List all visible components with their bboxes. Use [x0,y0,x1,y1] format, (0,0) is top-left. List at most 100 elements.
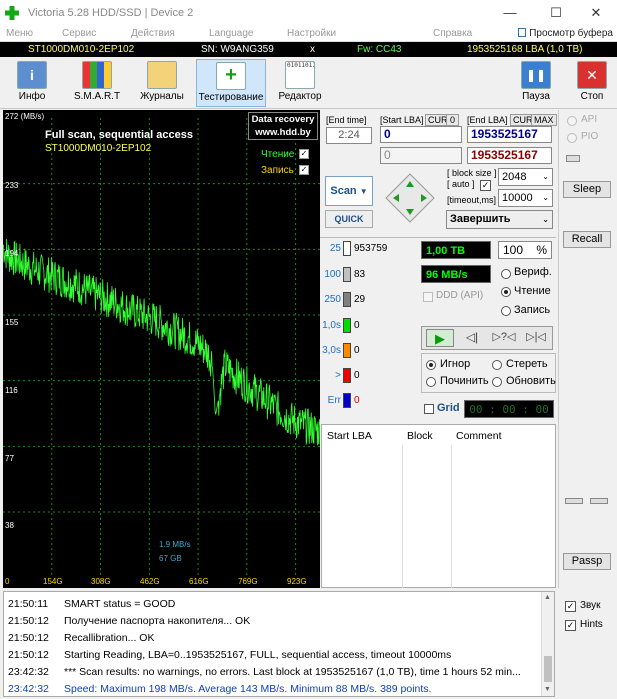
start-zero-button[interactable]: 0 [446,114,460,126]
clipboard-icon [518,28,527,37]
close-window-button[interactable]: ✕ [573,0,617,26]
event-log[interactable]: 21:50:11 SMART status = GOOD 21:50:12 Получ… [3,591,555,697]
indicator-led [565,498,583,504]
log-entry: 21:50:12 Recallibration... OK [8,630,154,647]
end-time-field[interactable]: 2:24 [326,127,372,144]
stat-color-swatch [343,343,351,358]
data-recovery-banner[interactable]: Data recovery www.hdd.by [248,112,318,140]
menu-service[interactable]: Сервис [62,28,96,40]
ddd-api-checkbox[interactable] [423,292,433,302]
testing-button[interactable]: + Тестирование [196,59,266,107]
y-tick-38: 38 [5,521,14,530]
ignore-radio[interactable] [426,360,436,370]
end-lba-field[interactable]: 1953525167 [467,126,552,143]
pause-icon: ❚❚ [521,61,551,89]
stat-value: 0 [354,320,360,331]
timeout-label: [timeout,ms] [447,195,497,205]
start-lba-secondary-field[interactable]: 0 [380,147,462,164]
sound-label: Звук [580,600,601,611]
device-bar: ST1000DM010-2EP102 SN: W9ANG359 x Fw: CC… [0,42,617,57]
quick-button[interactable]: QUICK [325,210,373,228]
sleep-button[interactable]: Sleep [563,181,611,198]
play-icon[interactable]: ▶ [426,329,454,347]
editor-button[interactable]: 0101101100110110 Редактор [268,59,332,107]
current-speed-readout: 96 MB/s [421,265,491,283]
pause-button[interactable]: ❚❚ Пауза [505,59,567,107]
end-time-label: [End time] [326,115,367,125]
info-icon: i [17,61,47,89]
block-size-select[interactable]: 2048 ⌄ [498,168,553,186]
menu-main[interactable]: Меню [6,28,33,40]
end-lba-secondary-field[interactable]: 1953525167 [467,147,552,164]
pio-radio[interactable] [567,133,577,143]
write-legend-label: Запись [261,165,294,176]
passport-button[interactable]: Passp [563,553,611,570]
direction-pad[interactable] [384,172,436,224]
rewind-icon[interactable]: ◁| [458,329,486,347]
stat-value: 29 [354,294,366,305]
stat-label: > [335,370,341,381]
erase-radio[interactable] [492,360,502,370]
skip-end-icon[interactable]: ▷|◁ [522,329,550,347]
x-tick-616g: 616G [189,577,209,586]
elapsed-timer: 00 : 00 : 00 [464,400,554,418]
device-close-button[interactable]: x [310,42,315,57]
column-block[interactable]: Block [407,430,433,442]
view-clipboard-menu[interactable]: Просмотр буфера [518,28,613,40]
read-radio[interactable] [501,287,511,297]
write-legend-checkbox[interactable]: ✓ [299,165,309,175]
log-message: Speed: Maximum 198 MB/s. Average 143 MB/… [64,683,432,695]
graph-title: Full scan, sequential access [45,129,193,141]
ignore-label: Игнор [440,358,471,370]
start-lba-label: [Start LBA] [380,115,424,125]
total-read-readout: 1,00 TB [421,241,491,259]
api-label: API [581,114,598,125]
log-entry: 21:50:12 Получение паспорта накопителя...… [8,613,250,630]
pause-label: Пауза [522,91,550,102]
verify-radio[interactable] [501,269,511,279]
scroll-thumb[interactable] [544,656,552,682]
menu-help[interactable]: Справка [433,28,472,40]
column-comment[interactable]: Comment [456,430,502,442]
stop-button[interactable]: ✕ Стоп [561,59,617,107]
info-button[interactable]: i Инфо [0,59,64,107]
column-start-lba[interactable]: Start LBA [327,430,372,442]
sound-checkbox[interactable]: ✓ [565,601,576,612]
banner-line2: www.hdd.by [255,127,311,138]
smart-button[interactable]: S.M.A.R.T [65,59,129,107]
scroll-up-icon[interactable]: ▲ [544,594,551,601]
end-max-button[interactable]: MAX [531,114,557,126]
scroll-down-icon[interactable]: ▼ [544,686,551,693]
skip-back-icon[interactable]: ▷?◁ [490,329,518,347]
scan-button[interactable]: Scan ▼ [325,176,373,206]
speed-graph-svg [3,118,320,576]
start-lba-field[interactable]: 0 [380,126,462,143]
bad-blocks-table[interactable]: Start LBA Block Comment [321,424,556,588]
log-time: 21:50:11 [8,598,49,610]
menu-actions[interactable]: Действия [131,28,175,40]
api-radio[interactable] [567,116,577,126]
hints-checkbox[interactable]: ✓ [565,620,576,631]
menu-language[interactable]: Language [209,28,254,40]
auto-block-size-checkbox[interactable]: ✓ [480,180,491,191]
refresh-radio[interactable] [492,377,502,387]
repair-radio[interactable] [426,377,436,387]
finish-action-select[interactable]: Завершить ⌄ [446,210,553,229]
log-scrollbar[interactable]: ▲ ▼ [541,592,554,696]
grid-checkbox[interactable] [424,404,434,414]
recall-button[interactable]: Recall [563,231,611,248]
minimize-button[interactable]: — [487,0,533,26]
indicator-led [566,155,580,162]
stat-label: 250 [324,294,341,305]
x-tick-462g: 462G [140,577,160,586]
scan-dropdown-icon: ▼ [359,187,368,196]
x-tick-154g: 154G [43,577,63,586]
smart-label: S.M.A.R.T [73,91,121,102]
hints-label: Hints [580,619,603,630]
timeout-select[interactable]: 10000 ⌄ [498,189,553,207]
menu-settings[interactable]: Настройки [287,28,336,40]
write-radio[interactable] [501,306,511,316]
log-time: 23:42:32 [8,666,49,678]
logs-button[interactable]: Журналы [130,59,194,107]
read-legend-checkbox[interactable]: ✓ [299,149,309,159]
